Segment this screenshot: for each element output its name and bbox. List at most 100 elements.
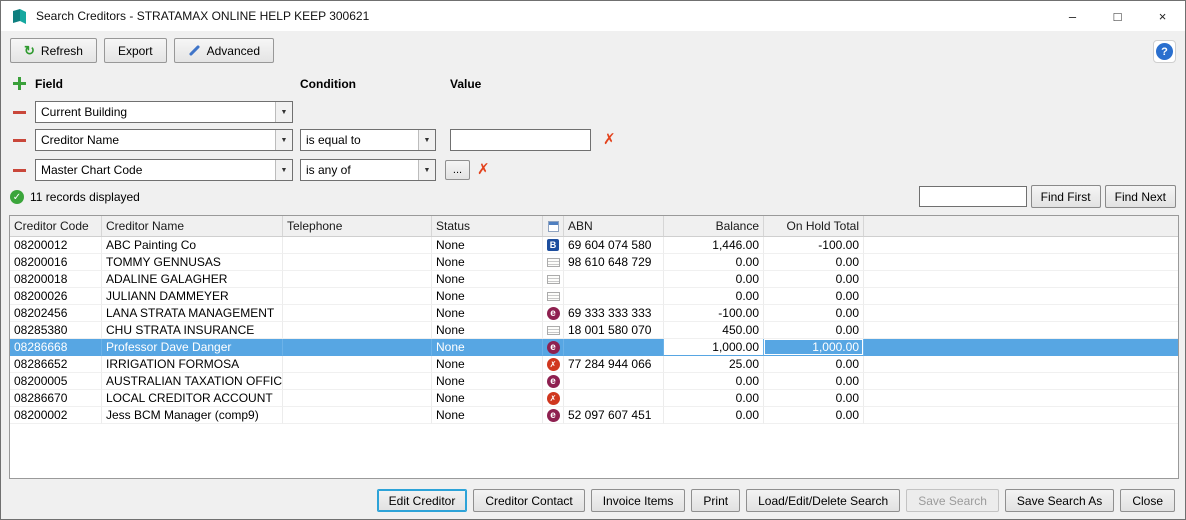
save-search-as-button[interactable]: Save Search As — [1004, 489, 1115, 512]
condition-dropdown-is-equal-to[interactable]: is equal to ▼ — [300, 129, 436, 151]
cell-telephone — [283, 322, 432, 339]
cell-creditor-code: 08286670 — [10, 390, 102, 407]
cell-creditor-name: LOCAL CREDITOR ACCOUNT — [102, 390, 283, 407]
table-row[interactable]: 08200012 ABC Painting Co None 69 604 074… — [10, 237, 1178, 254]
column-header-telephone[interactable]: Telephone — [283, 216, 432, 236]
refresh-icon: ↻ — [24, 43, 35, 58]
help-button[interactable]: ? — [1153, 40, 1176, 63]
cell-telephone — [283, 237, 432, 254]
field-dropdown-creditor-name[interactable]: Creditor Name ▼ — [35, 129, 293, 151]
minimize-button[interactable]: – — [1050, 1, 1095, 31]
invoice-icon — [546, 257, 560, 267]
close-button[interactable]: × — [1140, 1, 1185, 31]
invoice-items-button[interactable]: Invoice Items — [590, 489, 686, 512]
table-body: 08200012 ABC Painting Co None 69 604 074… — [10, 237, 1178, 424]
cell-creditor-code: 08202456 — [10, 305, 102, 322]
cell-creditor-name: CHU STRATA INSURANCE — [102, 322, 283, 339]
criteria-row-building: Current Building ▼ — [9, 101, 1177, 123]
find-next-button[interactable]: Find Next — [1104, 185, 1176, 208]
cell-onhold-total: 1,000.00 — [764, 339, 864, 356]
condition-dropdown-is-any-of[interactable]: is any of ▼ — [300, 159, 436, 181]
creditor-contact-button[interactable]: Creditor Contact — [473, 489, 585, 512]
advanced-button[interactable]: Advanced — [173, 38, 274, 63]
column-header-creditor-code[interactable]: Creditor Code — [10, 216, 102, 236]
refresh-button[interactable]: ↻ Refresh — [10, 38, 97, 63]
cell-creditor-code: 08200012 — [10, 237, 102, 254]
column-header-payment-icon[interactable] — [543, 216, 564, 236]
minus-icon — [11, 162, 28, 179]
table-row[interactable]: 08285380 CHU STRATA INSURANCE None 18 00… — [10, 322, 1178, 339]
column-header-creditor-name[interactable]: Creditor Name — [102, 216, 283, 236]
remove-criteria-button[interactable] — [11, 162, 28, 179]
cell-payment-icon — [543, 322, 564, 339]
value-picker-button[interactable]: ... — [445, 160, 470, 180]
export-button[interactable]: Export — [103, 38, 167, 63]
minus-icon — [11, 104, 28, 121]
find-first-button[interactable]: Find First — [1030, 185, 1101, 208]
column-header-onhold-total[interactable]: On Hold Total — [764, 216, 864, 236]
cell-balance: 0.00 — [664, 288, 764, 305]
load-edit-delete-search-button[interactable]: Load/Edit/Delete Search — [746, 489, 901, 512]
cell-status: None — [432, 271, 543, 288]
column-header-status[interactable]: Status — [432, 216, 543, 236]
table-row[interactable]: 08286670 LOCAL CREDITOR ACCOUNT None 0.0… — [10, 390, 1178, 407]
cell-creditor-name: LANA STRATA MANAGEMENT — [102, 305, 283, 322]
cell-abn: 52 097 607 451 — [564, 407, 664, 424]
cell-creditor-name: TOMMY GENNUSAS — [102, 254, 283, 271]
email-icon — [546, 306, 560, 320]
cell-telephone — [283, 390, 432, 407]
cell-creditor-code: 08200005 — [10, 373, 102, 390]
column-header-balance[interactable]: Balance — [664, 216, 764, 236]
table-row[interactable]: 08202456 LANA STRATA MANAGEMENT None 69 … — [10, 305, 1178, 322]
table-header: Creditor Code Creditor Name Telephone St… — [10, 216, 1178, 237]
cell-abn — [564, 390, 664, 407]
field-dropdown-current-building[interactable]: Current Building ▼ — [35, 101, 293, 123]
value-input[interactable] — [450, 129, 591, 151]
table-icon — [547, 220, 559, 232]
cell-balance: 1,000.00 — [664, 339, 764, 356]
add-criteria-button[interactable] — [11, 75, 28, 92]
column-header-abn[interactable]: ABN — [564, 216, 664, 236]
table-row[interactable]: 08200005 AUSTRALIAN TAXATION OFFICE None… — [10, 373, 1178, 390]
email-icon — [546, 408, 560, 422]
close-dialog-button[interactable]: Close — [1120, 489, 1175, 512]
email-icon — [546, 374, 560, 388]
cell-balance: 0.00 — [664, 373, 764, 390]
footer-buttons: Edit Creditor Creditor Contact Invoice I… — [376, 489, 1175, 512]
creditors-table: Creditor Code Creditor Name Telephone St… — [9, 215, 1179, 479]
clear-criteria-icon[interactable]: ✗ — [603, 131, 616, 149]
find-input[interactable] — [918, 186, 1027, 207]
records-status: ✓ 11 records displayed — [10, 190, 140, 204]
table-row[interactable]: 08286652 IRRIGATION FORMOSA None 77 284 … — [10, 356, 1178, 373]
cell-payment-icon — [543, 407, 564, 424]
chevron-down-icon: ▼ — [275, 130, 292, 150]
cell-creditor-name: Jess BCM Manager (comp9) — [102, 407, 283, 424]
table-row[interactable]: 08286668 Professor Dave Danger None 1,00… — [10, 339, 1178, 356]
remove-criteria-button[interactable] — [11, 132, 28, 149]
help-icon: ? — [1156, 43, 1173, 60]
advanced-icon — [188, 44, 200, 57]
field-dropdown-master-chart-code[interactable]: Master Chart Code ▼ — [35, 159, 293, 181]
maximize-button[interactable]: □ — [1095, 1, 1140, 31]
table-row[interactable]: 08200002 Jess BCM Manager (comp9) None 5… — [10, 407, 1178, 424]
chevron-down-icon: ▼ — [418, 130, 435, 150]
edit-creditor-button[interactable]: Edit Creditor — [376, 489, 468, 512]
table-row[interactable]: 08200018 ADALINE GALAGHER None 0.00 0.00 — [10, 271, 1178, 288]
clear-criteria-icon[interactable]: ✗ — [477, 161, 490, 179]
table-row[interactable]: 08200016 TOMMY GENNUSAS None 98 610 648 … — [10, 254, 1178, 271]
remove-criteria-button[interactable] — [11, 104, 28, 121]
invoice-icon — [546, 325, 560, 335]
cell-telephone — [283, 271, 432, 288]
print-button[interactable]: Print — [691, 489, 741, 512]
cell-abn — [564, 339, 664, 356]
cell-status: None — [432, 407, 543, 424]
chevron-down-icon: ▼ — [275, 160, 292, 180]
cell-balance: 0.00 — [664, 407, 764, 424]
toolbar: ↻ Refresh Export Advanced — [10, 38, 274, 63]
cell-payment-icon — [543, 373, 564, 390]
error-icon — [546, 391, 560, 405]
table-row[interactable]: 08200026 JULIANN DAMMEYER None 0.00 0.00 — [10, 288, 1178, 305]
cell-balance: 0.00 — [664, 271, 764, 288]
cell-abn: 77 284 944 066 — [564, 356, 664, 373]
cell-telephone — [283, 254, 432, 271]
